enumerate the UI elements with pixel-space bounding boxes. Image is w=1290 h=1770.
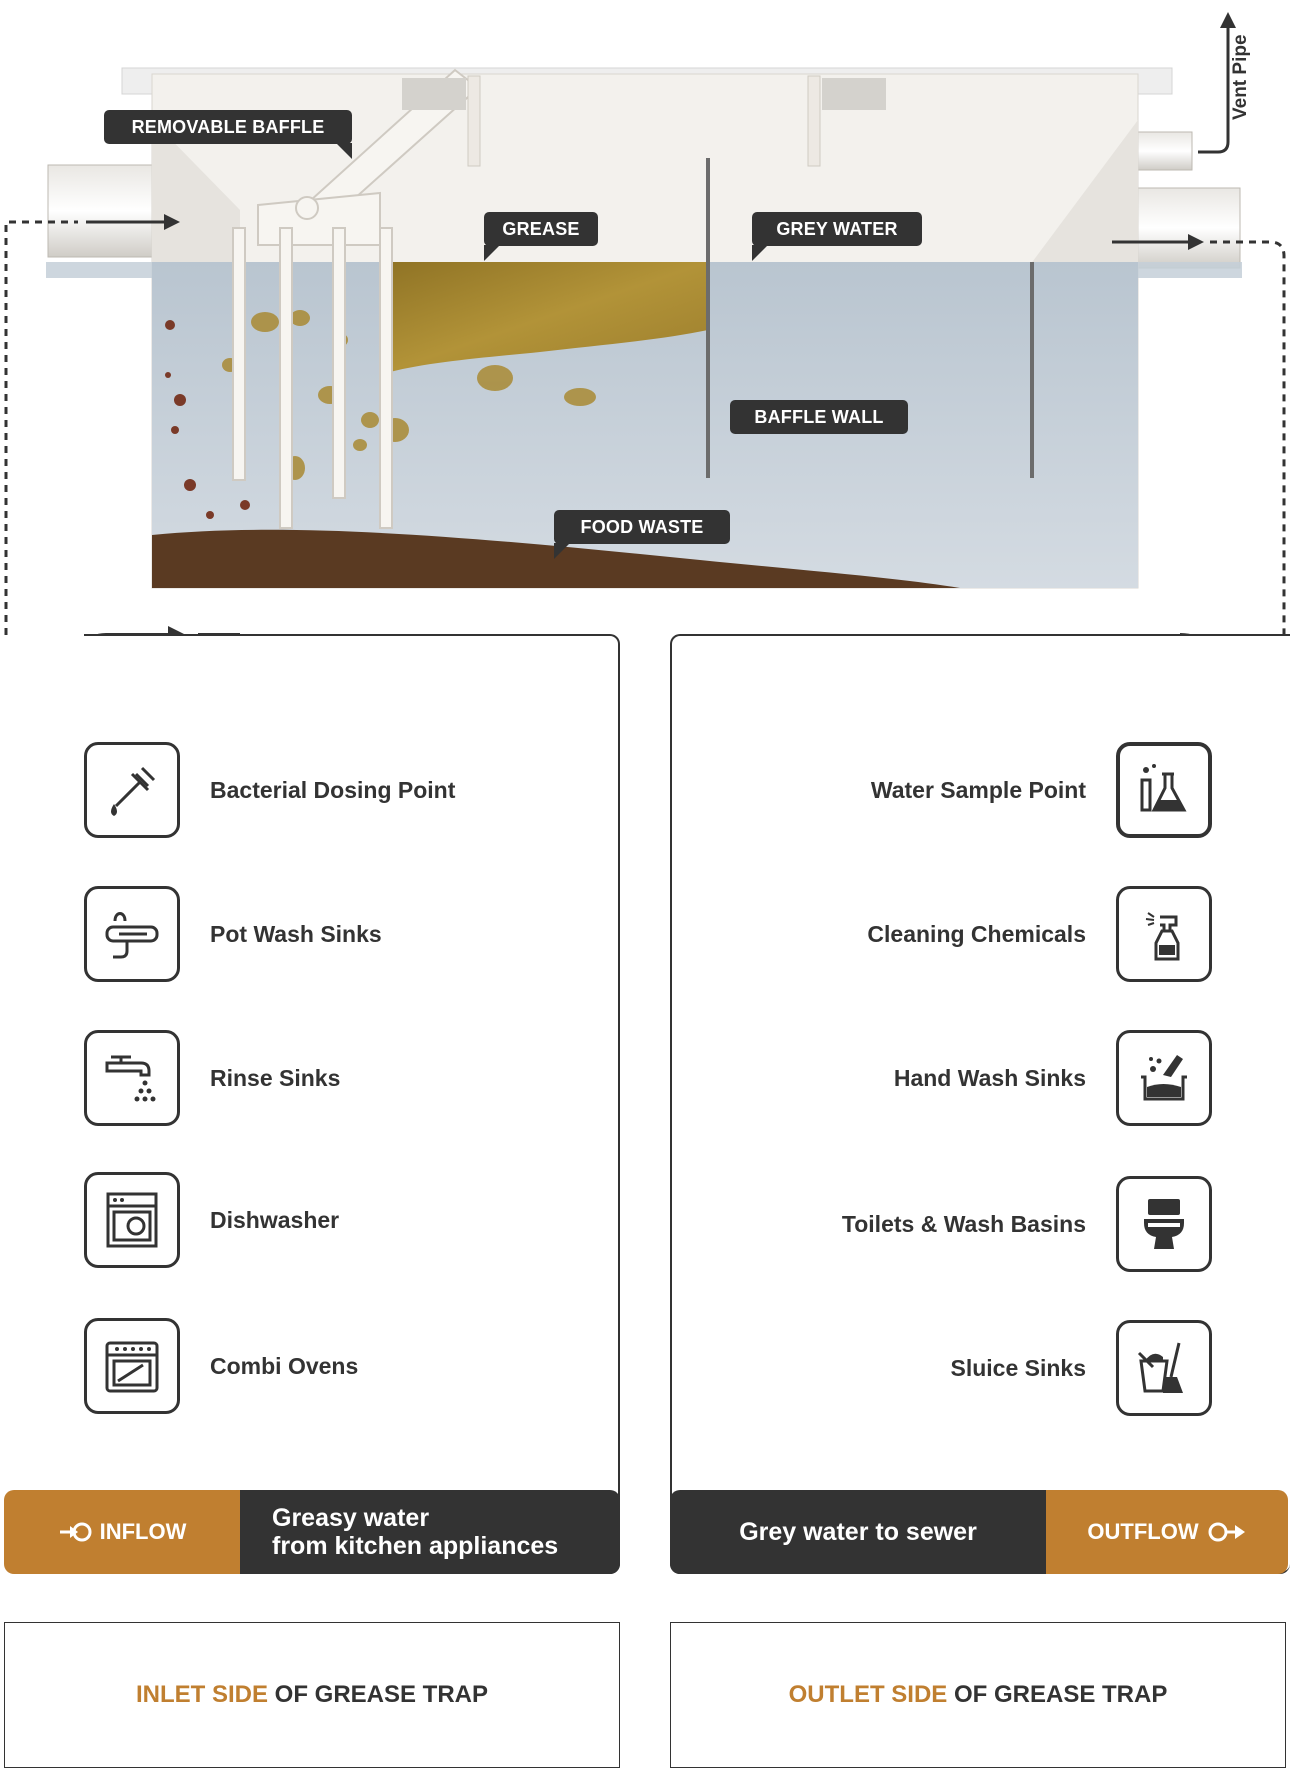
spray-bottle-icon xyxy=(1116,886,1212,982)
oven-icon xyxy=(84,1318,180,1414)
removable-baffle-label: REMOVABLE BAFFLE xyxy=(131,116,325,137)
inflow-tag: INFLOW xyxy=(4,1490,240,1574)
outlet-pipe xyxy=(1129,187,1241,269)
faucet-icon xyxy=(84,1030,180,1126)
inlet-item-label: Pot Wash Sinks xyxy=(210,920,382,947)
vent-path xyxy=(1198,26,1230,154)
grey-water-callout: GREY WATER xyxy=(752,212,922,261)
vent-pipe-label: Vent Pipe xyxy=(1230,34,1251,120)
outlet-item-label: Sluice Sinks xyxy=(950,1354,1086,1381)
inlet-item-combi-ovens: Combi Ovens xyxy=(84,1318,358,1414)
outflow-tag: OUTFLOW xyxy=(1046,1490,1288,1574)
inflow-banner: INFLOW Greasy water from kitchen applian… xyxy=(4,1490,620,1574)
vent-arrow-head xyxy=(1220,12,1236,28)
outlet-item-label: Toilets & Wash Basins xyxy=(841,1210,1086,1237)
outlet-side-title: OUTLET SIDE OF GREASE TRAP xyxy=(670,1622,1286,1768)
outlet-item-label: Water Sample Point xyxy=(870,776,1086,803)
baffle-wall-callout: BAFFLE WALL xyxy=(730,400,908,434)
grease-callout: GREASE xyxy=(484,212,598,261)
grey-water-label: GREY WATER xyxy=(776,218,898,239)
inlet-side-title-highlight: INLET SIDE xyxy=(135,1681,268,1708)
outflow-tag-label: OUTFLOW xyxy=(1087,1519,1199,1544)
inlet-item-label: Bacterial Dosing Point xyxy=(210,776,456,803)
baffle-wall-label: BAFFLE WALL xyxy=(754,406,884,427)
outlet-item-sluice-sinks: Sluice Sinks xyxy=(700,1320,1212,1416)
outlet-item-label: Cleaning Chemicals xyxy=(867,920,1086,947)
inlet-item-label: Dishwasher xyxy=(210,1206,340,1233)
grease-label: GREASE xyxy=(502,218,580,239)
pot-wash-sink-icon xyxy=(84,886,180,982)
inlet-side-title: INLET SIDE OF GREASE TRAP xyxy=(4,1622,620,1768)
flask-icon xyxy=(1116,742,1212,838)
inflow-description: Greasy water from kitchen appliances xyxy=(240,1490,620,1574)
toilet-icon xyxy=(1116,1176,1212,1272)
outflow-description: Grey water to sewer xyxy=(670,1490,1046,1574)
inlet-item-pot-wash-sinks: Pot Wash Sinks xyxy=(84,886,382,982)
food-waste-callout: FOOD WASTE xyxy=(554,510,730,559)
dishwasher-icon xyxy=(84,1172,180,1268)
inlet-item-label: Rinse Sinks xyxy=(210,1064,341,1091)
dropper-icon xyxy=(84,742,180,838)
inlet-item-rinse-sinks: Rinse Sinks xyxy=(84,1030,340,1126)
vent-pipe xyxy=(1129,131,1193,171)
grease-trap-diagram xyxy=(4,12,1286,640)
inflow-path xyxy=(4,220,164,640)
inlet-side-title-rest: OF GREASE TRAP xyxy=(267,1681,489,1708)
outlet-item-water-sample-point: Water Sample Point xyxy=(700,742,1212,838)
inlet-pipe xyxy=(47,164,159,258)
outflow-description-text: Grey water to sewer xyxy=(739,1518,977,1546)
sluice-bucket-icon xyxy=(1116,1320,1212,1416)
inflow-description-line1: Greasy water xyxy=(272,1504,430,1532)
removable-baffle-callout: REMOVABLE BAFFLE xyxy=(104,110,352,159)
outlet-item-toilets-wash-basins: Toilets & Wash Basins xyxy=(700,1176,1212,1272)
inlet-item-label: Combi Ovens xyxy=(210,1352,359,1379)
inlet-item-bacterial-dosing-point: Bacterial Dosing Point xyxy=(84,742,455,838)
outflow-icon xyxy=(1207,1520,1247,1544)
inflow-tag-label: INFLOW xyxy=(99,1519,187,1544)
outlet-item-hand-wash-sinks: Hand Wash Sinks xyxy=(700,1030,1212,1126)
outlet-side-title-rest: OF GREASE TRAP xyxy=(947,1681,1168,1708)
food-waste-label: FOOD WASTE xyxy=(580,516,704,537)
inflow-description-line2: from kitchen appliances xyxy=(272,1532,559,1560)
inflow-icon xyxy=(58,1521,94,1543)
inlet-item-dishwasher: Dishwasher xyxy=(84,1172,339,1268)
outlet-side-title-highlight: OUTLET SIDE xyxy=(788,1681,948,1708)
outflow-banner: Grey water to sewer OUTFLOW xyxy=(670,1490,1288,1574)
outlet-item-cleaning-chemicals: Cleaning Chemicals xyxy=(700,886,1212,982)
hand-wash-icon xyxy=(1116,1030,1212,1126)
outlet-item-label: Hand Wash Sinks xyxy=(893,1064,1086,1091)
